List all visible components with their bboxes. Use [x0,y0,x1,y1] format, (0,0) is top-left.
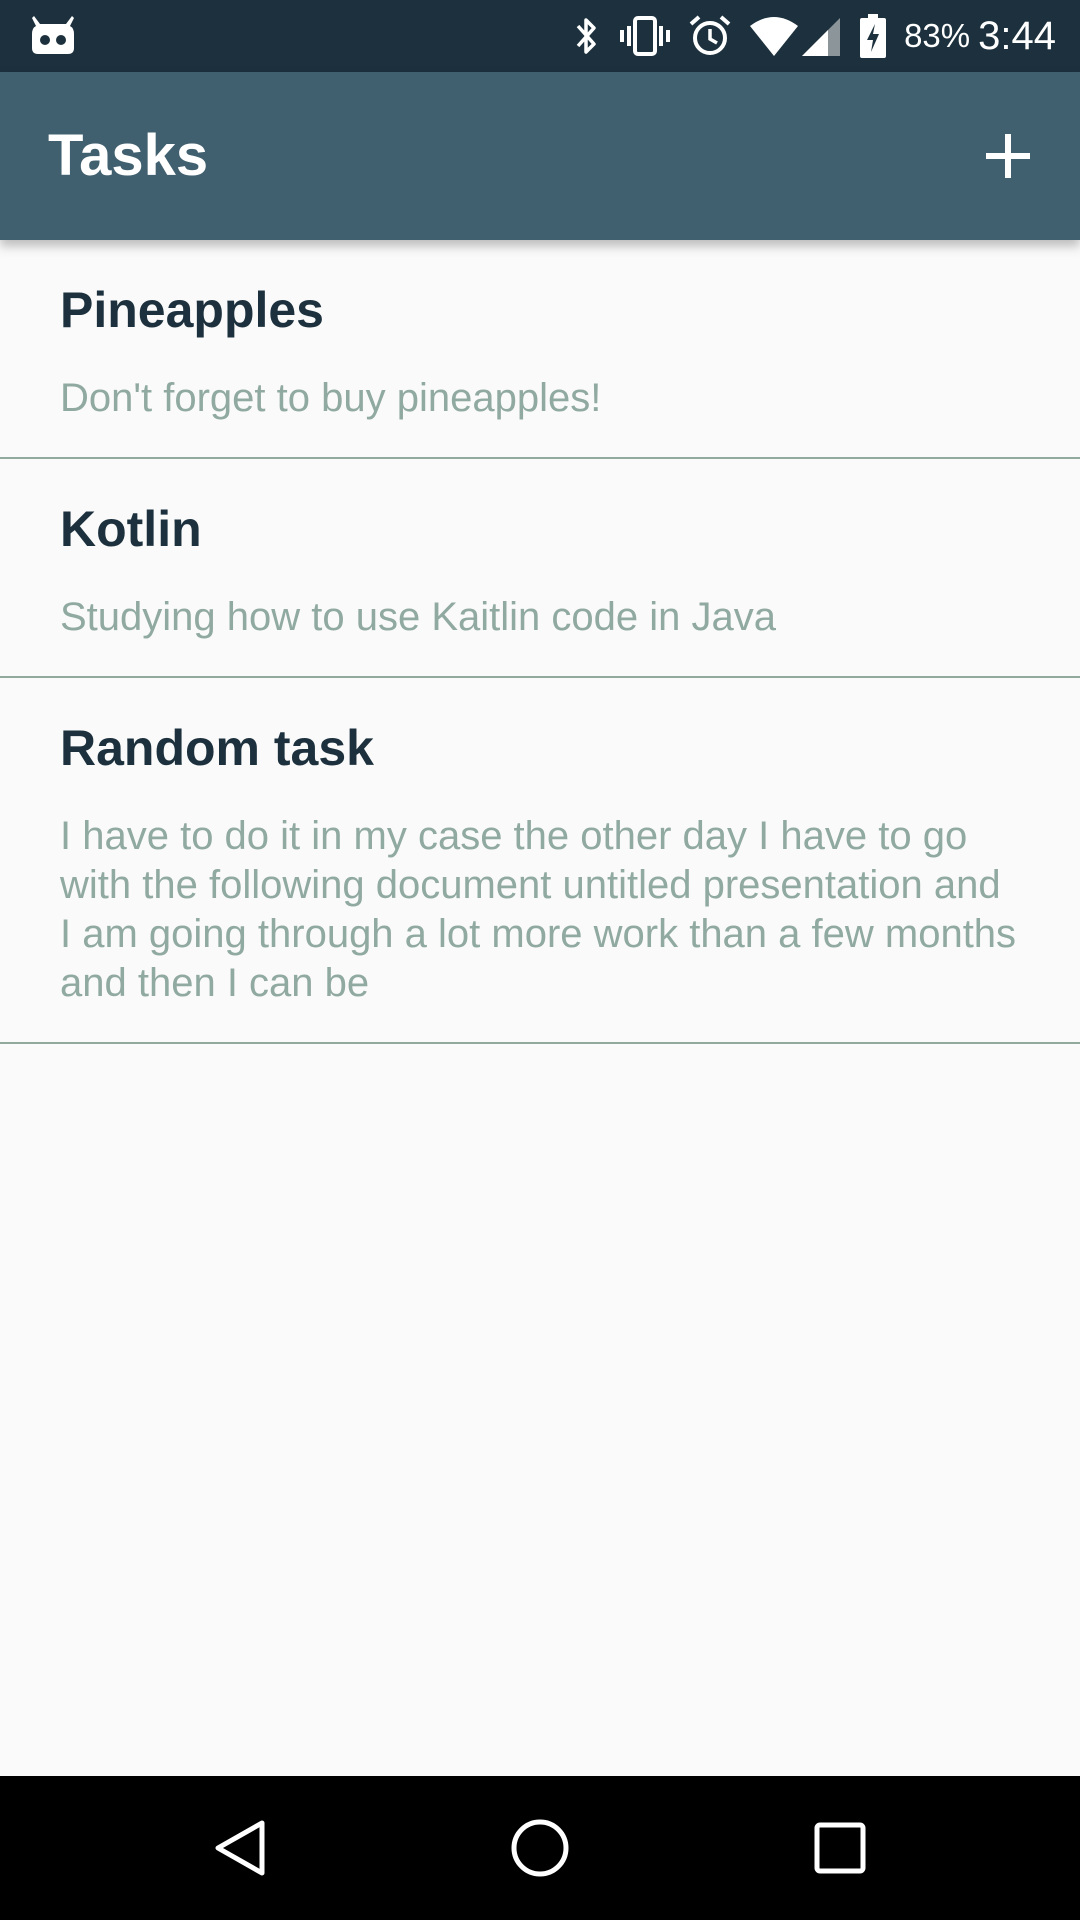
bluetooth-icon [576,18,596,54]
status-bar: 83% 3:44 [0,0,1080,72]
status-icons: 83% 3:44 [572,0,1080,72]
task-title: Kotlin [60,501,202,557]
page-title: Tasks [48,123,209,188]
battery-charging-icon [860,14,887,58]
wifi-icon [750,17,799,56]
task-list-item[interactable]: Pineapples Don't forget to buy pineapple… [0,240,1080,459]
back-button[interactable] [202,1810,278,1886]
recents-button[interactable] [802,1810,878,1886]
system-nav-bar [0,1776,1080,1920]
task-list: Pineapples Don't forget to buy pineapple… [0,240,1080,1044]
cyanogen-mascot-icon [32,16,74,54]
add-task-button[interactable] [968,116,1048,196]
plus-icon [986,134,1030,178]
task-description: Don't forget to buy pineapples! [60,376,602,420]
cell-signal-icon [802,18,841,56]
vibrate-icon [620,16,671,56]
home-circle-icon [511,1819,569,1877]
task-title: Pineapples [60,282,324,338]
app-toolbar: Tasks [0,72,1080,240]
app-root: 83% 3:44 Tasks Pineapples Don't forget t… [0,0,1080,1920]
home-button[interactable] [502,1810,578,1886]
battery-percent: 83% [904,17,971,54]
status-clock: 3:44 [978,13,1056,58]
task-title: Random task [60,720,374,776]
task-description: Studying how to use Kaitlin code in Java [60,595,776,639]
alarm-icon [689,15,731,55]
back-triangle-icon [215,1820,265,1876]
recents-square-icon [814,1822,866,1874]
task-description: I have to do it in my case the other day… [60,814,1017,1005]
task-list-item[interactable]: Random task I have to do it in my case t… [0,678,1080,1044]
task-list-item[interactable]: Kotlin Studying how to use Kaitlin code … [0,459,1080,678]
